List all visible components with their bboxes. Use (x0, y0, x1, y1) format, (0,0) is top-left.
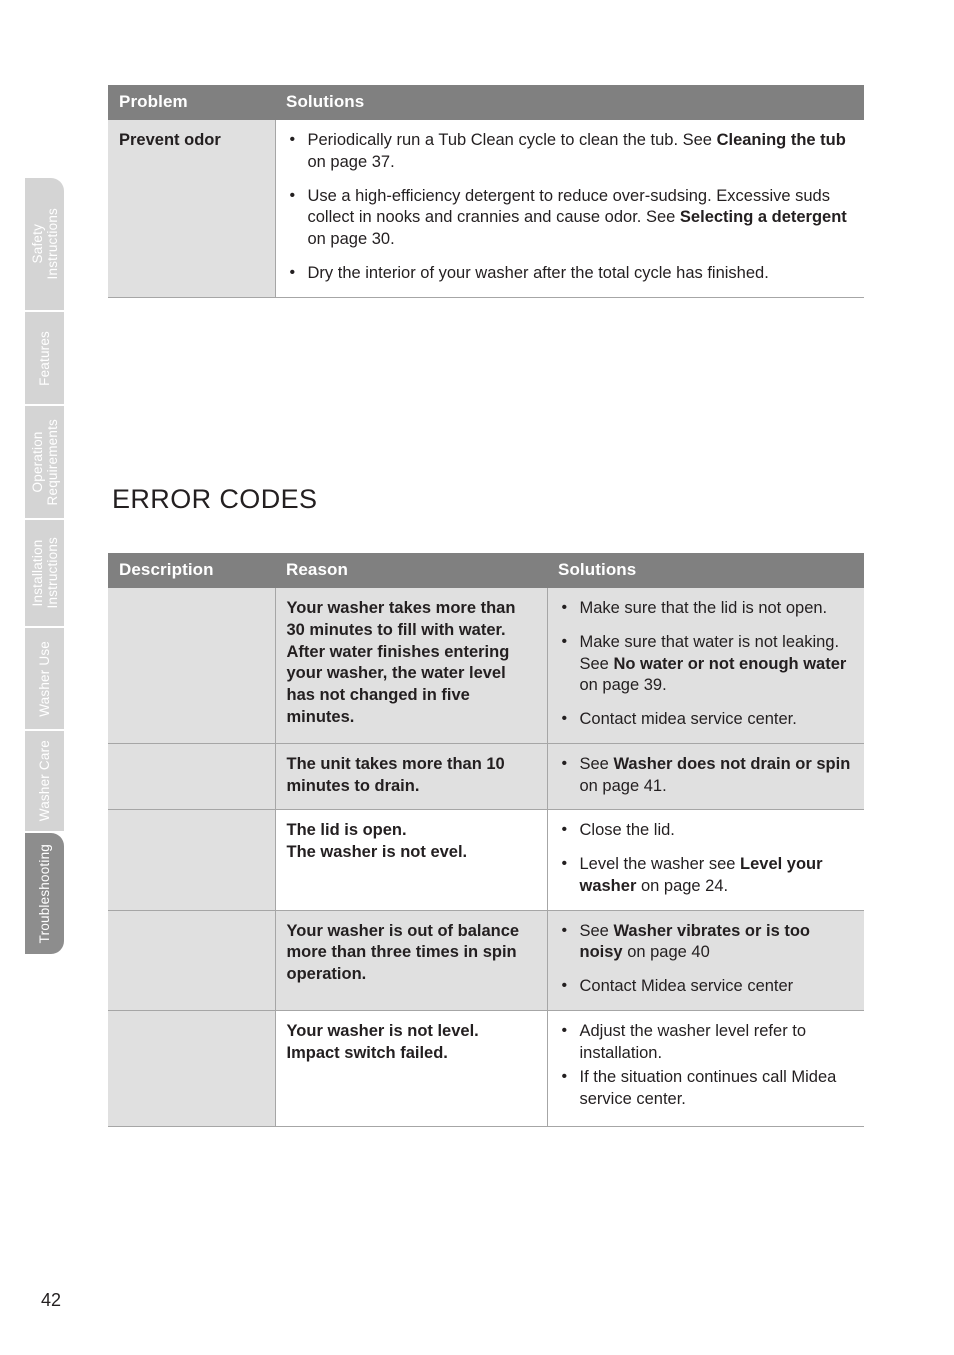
table-row: Prevent odorPeriodically run a Tub Clean… (108, 120, 864, 298)
sidebar-tab-washer-use[interactable]: Washer Use (25, 628, 64, 729)
emphasis-text: Cleaning the tub (716, 131, 846, 149)
description-cell (108, 809, 276, 911)
emphasis-text: No water or not enough water (613, 654, 847, 673)
reason-line: Your washer is out of balance more than … (286, 921, 520, 984)
reason-cell: Your washer is not level. Impact switch f… (275, 1010, 548, 1128)
solutions-cell: Periodically run a Tub Clean cycle to cl… (275, 120, 864, 298)
solution-item: Close the lid. (559, 819, 855, 842)
troubleshooting-table: Problem Solutions Prevent odorPeriodical… (108, 85, 864, 298)
solutions-cell: Close the lid. Level the washer see Level… (547, 809, 864, 911)
solution-item: Use a high-efficiency detergent to reduc… (287, 185, 855, 251)
reason-line: Your washer takes more than 30 minutes t… (286, 599, 516, 726)
error-codes-table: Description Reason Solutions Your washer… (108, 553, 864, 1128)
reason-cell: The unit takes more than 10 minutes to d… (275, 743, 548, 811)
emphasis-text: Level your washer (579, 855, 823, 895)
side-tab-rail: Safety Instructions Features Operation Req… (25, 178, 64, 956)
sidebar-tab-label: Installation Instructions (29, 537, 60, 609)
table-row: Your washer is not level. Impact switch f… (108, 1010, 864, 1128)
page-title: ERROR CODES (112, 484, 318, 514)
solution-item: Make sure that the lid is not open. (559, 597, 855, 620)
sidebar-tab-label: Features (37, 330, 52, 386)
reason-cell: The lid is open. The washer is not evel. (275, 809, 548, 911)
solutions-cell: See Washer vibrates or is too noisy on p… (547, 910, 864, 1011)
sidebar-tab-troubleshooting[interactable]: Troubleshooting (25, 833, 64, 954)
sidebar-tab-installation-instructions[interactable]: Installation Instructions (25, 520, 64, 626)
page-number: 42 (41, 1290, 62, 1310)
reason-line: The lid is open. (286, 821, 407, 840)
solution-item: Contact Midea service center (559, 975, 855, 998)
reason-line: The unit takes more than 10 minutes to d… (286, 754, 505, 795)
reason-line: Your washer is not level. (286, 1021, 479, 1040)
reason-line: Impact switch failed. (286, 1043, 448, 1062)
column-header-solutions: Solutions (275, 85, 864, 120)
sidebar-tab-label: Washer Care (37, 740, 52, 822)
solutions-cell: Make sure that the lid is not open. Make … (547, 588, 864, 744)
description-cell (108, 588, 276, 744)
table-row: The lid is open. The washer is not evel. C… (108, 809, 864, 911)
reason-cell: Your washer takes more than 30 minutes t… (275, 588, 548, 744)
solutions-cell: Adjust the washer level refer to install… (547, 1010, 864, 1128)
solution-list: Make sure that the lid is not open. Make … (559, 597, 855, 731)
column-header-solutions: Solutions (547, 553, 864, 588)
solution-list: Periodically run a Tub Clean cycle to cl… (287, 129, 855, 285)
table-header-row: Problem Solutions (108, 85, 864, 120)
sidebar-tab-operation-requirements[interactable]: Operation Requirements (25, 406, 64, 518)
description-cell (108, 1010, 276, 1128)
solutions-cell: See Washer does not drain or spin on pag… (547, 743, 864, 811)
emphasis-text: Washer does not drain or spin (613, 754, 851, 773)
column-header-problem: Problem (108, 85, 275, 120)
solution-item: Adjust the washer level refer to install… (559, 1020, 855, 1065)
table-row: Your washer is out of balance more than … (108, 910, 864, 1011)
problem-cell: Prevent odor (108, 120, 276, 298)
solution-item: See Washer does not drain or spin on pag… (559, 753, 855, 798)
sidebar-tab-washer-care[interactable]: Washer Care (25, 731, 64, 831)
table-row: The unit takes more than 10 minutes to d… (108, 743, 864, 811)
solution-list: See Washer vibrates or is too noisy on p… (559, 920, 855, 998)
sidebar-tab-label: Troubleshooting (37, 843, 52, 944)
sidebar-tab-safety-instructions[interactable]: Safety Instructions (25, 178, 64, 310)
solution-item: See Washer vibrates or is too noisy on p… (559, 920, 855, 965)
sidebar-tab-label: Safety Instructions (29, 208, 60, 280)
emphasis-text: Selecting a detergent (679, 208, 847, 227)
column-header-description: Description (108, 553, 275, 588)
solution-list: Adjust the washer level refer to install… (559, 1020, 855, 1111)
solution-item: Level the washer see Level your washer o… (559, 853, 855, 898)
solution-item: If the situation continues call Midea se… (559, 1066, 855, 1111)
reason-cell: Your washer is out of balance more than … (275, 910, 548, 1011)
table-header-row: Description Reason Solutions (108, 553, 864, 588)
column-header-reason: Reason (275, 553, 547, 588)
description-cell (108, 910, 276, 1011)
sidebar-tab-label: Washer Use (37, 640, 52, 717)
solution-item: Periodically run a Tub Clean cycle to cl… (287, 129, 855, 174)
sidebar-tab-label: Operation Requirements (29, 418, 60, 506)
solution-item: Contact midea service center. (559, 708, 855, 731)
reason-line: The washer is not evel. (286, 843, 468, 862)
solution-item: Dry the interior of your washer after th… (287, 262, 855, 285)
description-cell (108, 743, 276, 811)
solution-item: Make sure that water is not leaking. See… (559, 631, 855, 697)
sidebar-tab-features[interactable]: Features (25, 312, 64, 404)
solution-list: Close the lid. Level the washer see Level… (559, 819, 855, 898)
solution-list: See Washer does not drain or spin on pag… (559, 753, 855, 798)
emphasis-text: Washer vibrates or is too noisy (579, 921, 810, 962)
table-row: Your washer takes more than 30 minutes t… (108, 588, 864, 744)
